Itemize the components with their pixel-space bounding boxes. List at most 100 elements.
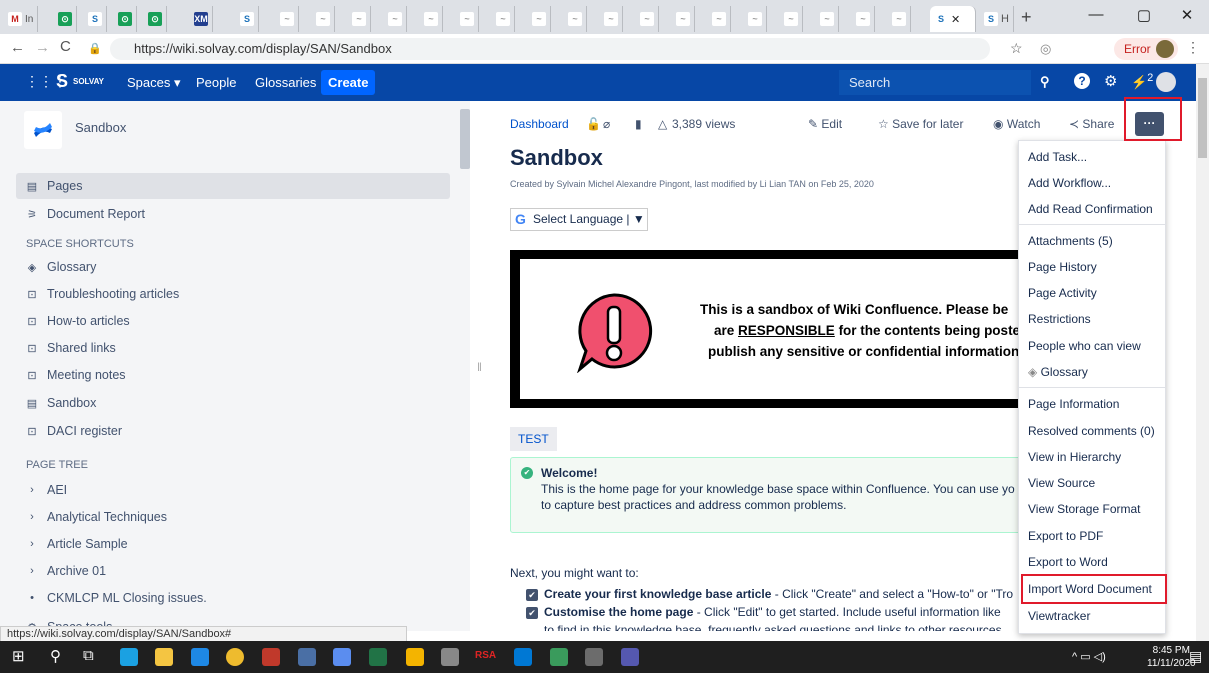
sidebar-scrollbar[interactable] xyxy=(460,109,470,169)
tree-item[interactable]: • CKMLCP ML Closing issues. xyxy=(16,585,450,611)
task-view-icon[interactable]: ⧉ xyxy=(83,647,94,664)
browser-tab[interactable]: S xyxy=(236,6,259,32)
file-explorer-icon[interactable] xyxy=(155,648,173,666)
chevron-right-icon[interactable]: › xyxy=(26,538,38,550)
chevron-right-icon[interactable]: › xyxy=(26,565,38,577)
browser-tab[interactable]: S xyxy=(84,6,107,32)
browser-tab[interactable]: ~ xyxy=(852,6,875,32)
browser-tab[interactable]: ⊙ xyxy=(114,6,137,32)
search-icon[interactable]: ⚲ xyxy=(1040,74,1050,90)
checkbox-icon[interactable]: ✔ xyxy=(526,607,538,619)
sidebar-shortcut[interactable]: ◈ Glossary xyxy=(16,254,450,280)
space-logo[interactable] xyxy=(24,111,62,149)
chevron-right-icon[interactable]: › xyxy=(26,511,38,523)
browser-tab[interactable]: ⊙ xyxy=(54,6,77,32)
tray-icons[interactable]: ^ ▭ ◁) xyxy=(1072,650,1106,663)
app-icon[interactable] xyxy=(262,648,280,666)
tree-item[interactable]: › AEI xyxy=(16,477,450,503)
browser-tab[interactable]: ~ xyxy=(888,6,911,32)
browser-tab[interactable]: ~ xyxy=(384,6,407,32)
browser-tab[interactable]: ~ xyxy=(708,6,731,32)
rsa-icon[interactable]: RSA xyxy=(475,650,496,661)
new-tab-button[interactable]: + xyxy=(1021,7,1032,28)
menu-item-people-who-can-view[interactable]: People who can view xyxy=(1028,339,1141,353)
browser-tab[interactable]: ~ xyxy=(528,6,551,32)
menu-item-glossary[interactable]: ◈ Glossary xyxy=(1028,365,1088,379)
menu-item-add-read-confirmation[interactable]: Add Read Confirmation xyxy=(1028,202,1153,216)
ie-icon[interactable] xyxy=(191,648,209,666)
sidebar-shortcut[interactable]: ⊡ Troubleshooting articles xyxy=(16,281,450,307)
menu-item-view-in-hierarchy[interactable]: View in Hierarchy xyxy=(1028,450,1121,464)
minimize-button[interactable]: — xyxy=(1081,6,1111,23)
user-avatar[interactable] xyxy=(1156,72,1176,92)
browser-tab[interactable]: ~ xyxy=(420,6,443,32)
excel-icon[interactable] xyxy=(369,648,387,666)
restrictions-icon[interactable]: 🔓 xyxy=(586,117,601,131)
language-select[interactable]: G Select Language | ▼ xyxy=(510,208,648,231)
browser-tab[interactable]: ~ xyxy=(276,6,299,32)
browser-tab[interactable]: ⊙ xyxy=(144,6,167,32)
browser-tab[interactable]: ~ xyxy=(780,6,803,32)
extension-icon[interactable]: ◎ xyxy=(1040,41,1051,57)
solvay-logo-icon[interactable]: S xyxy=(56,71,68,92)
app-icon[interactable] xyxy=(298,648,316,666)
menu-item-restrictions[interactable]: Restrictions xyxy=(1028,312,1091,326)
gear-icon[interactable]: ⚙ xyxy=(1104,72,1117,90)
browser-tab-active[interactable]: S ✕ xyxy=(930,6,976,32)
sidebar-item-document-report[interactable]: ⚞ Document Report xyxy=(16,201,450,227)
attachment-icon[interactable]: ⌀ xyxy=(603,117,610,131)
save-for-later-button[interactable]: ☆ Save for later xyxy=(878,117,963,131)
menu-item-view-source[interactable]: View Source xyxy=(1028,476,1095,490)
back-icon[interactable]: ← xyxy=(10,39,25,56)
tree-item[interactable]: › Analytical Techniques xyxy=(16,504,450,530)
browser-tab[interactable]: M In xyxy=(4,6,39,32)
breadcrumb[interactable]: Dashboard xyxy=(510,117,569,131)
forward-icon[interactable]: → xyxy=(35,39,50,56)
browser-tab[interactable]: ~ xyxy=(564,6,587,32)
checkbox-icon[interactable]: ✔ xyxy=(526,589,538,601)
menu-item-page-history[interactable]: Page History xyxy=(1028,260,1097,274)
browser-tab[interactable]: XM xyxy=(190,6,213,32)
app-icon[interactable] xyxy=(333,648,351,666)
url-field[interactable]: 🔒 https://wiki.solvay.com/display/SAN/San… xyxy=(88,38,990,60)
menu-item-add-workflow[interactable]: Add Workflow... xyxy=(1028,176,1111,190)
share-button[interactable]: ≺ Share xyxy=(1069,117,1114,131)
tree-item[interactable]: › Archive 01 xyxy=(16,558,450,584)
browser-tab[interactable]: ~ xyxy=(348,6,371,32)
star-icon[interactable]: ☆ xyxy=(1010,40,1023,57)
browser-tab[interactable]: ~ xyxy=(636,6,659,32)
powerbi-icon[interactable] xyxy=(406,648,424,666)
menu-item-page-activity[interactable]: Page Activity xyxy=(1028,286,1097,300)
edit-button[interactable]: ✎ Edit xyxy=(808,117,842,131)
notifications-icon[interactable]: ⚡2 xyxy=(1131,72,1153,90)
browser-tab[interactable]: ~ xyxy=(744,6,767,32)
paint-icon[interactable] xyxy=(585,648,603,666)
windows-start-icon[interactable]: ⊞ xyxy=(12,647,25,665)
view-count[interactable]: 3,389 views xyxy=(672,117,735,131)
sidebar-shortcut[interactable]: ⊡ DACI register xyxy=(16,418,450,444)
chrome-icon[interactable] xyxy=(226,648,244,666)
close-icon[interactable]: ✕ xyxy=(951,13,960,26)
sidebar-item-pages[interactable]: ▤ Pages xyxy=(16,173,450,199)
kebab-menu-icon[interactable]: ⋮ xyxy=(1186,39,1200,56)
label-tag[interactable]: TEST xyxy=(510,427,557,451)
sidebar-resize-handle[interactable]: ‖ xyxy=(477,360,482,374)
browser-tab[interactable]: ~ xyxy=(600,6,623,32)
spaces-menu[interactable]: Spaces ▾ xyxy=(127,75,181,91)
outlook-icon[interactable] xyxy=(514,648,532,666)
space-name[interactable]: Sandbox xyxy=(75,120,126,135)
browser-tab[interactable]: ~ xyxy=(456,6,479,32)
browser-tab[interactable]: ~ xyxy=(492,6,515,32)
maximize-button[interactable]: ▢ xyxy=(1129,6,1159,24)
page-scrollbar[interactable] xyxy=(1196,64,1209,641)
sidebar-shortcut[interactable]: ▤ Sandbox xyxy=(16,390,450,416)
help-icon[interactable]: ? xyxy=(1074,73,1090,89)
search-input[interactable]: Search xyxy=(839,70,1031,95)
reload-icon[interactable]: C xyxy=(60,38,71,55)
menu-item-export-to-word[interactable]: Export to Word xyxy=(1028,555,1108,569)
sidebar-shortcut[interactable]: ⊡ How-to articles xyxy=(16,308,450,334)
chevron-right-icon[interactable]: › xyxy=(26,484,38,496)
menu-item-export-to-pdf[interactable]: Export to PDF xyxy=(1028,529,1103,543)
browser-tab[interactable]: ~ xyxy=(312,6,335,32)
glossaries-link[interactable]: Glossaries xyxy=(255,75,316,90)
